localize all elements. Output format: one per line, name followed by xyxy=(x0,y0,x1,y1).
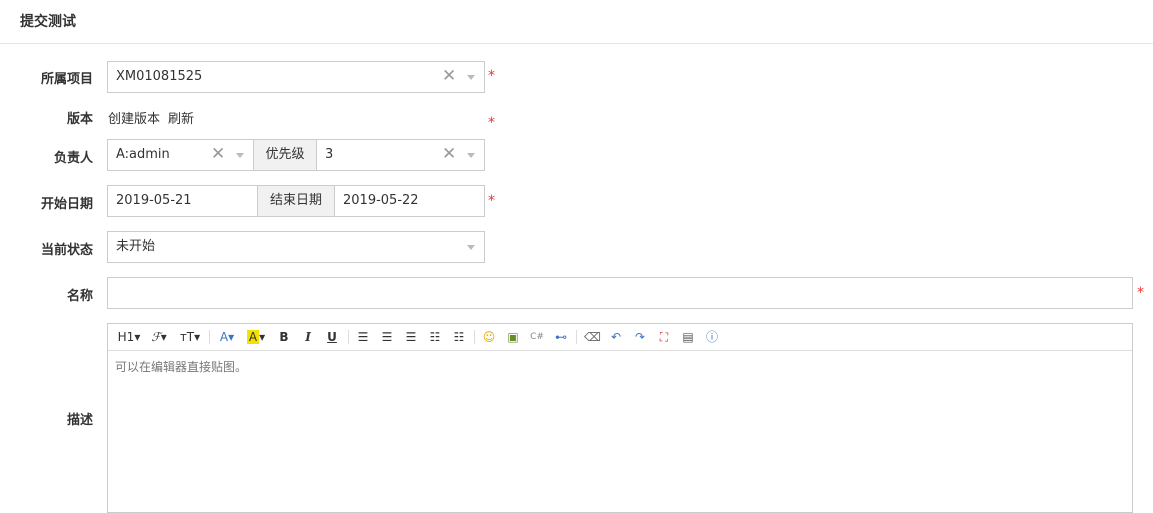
project-select[interactable]: XM01081525 xyxy=(107,61,485,93)
unordered-list-icon[interactable]: ☷ xyxy=(451,328,467,346)
undo-icon[interactable]: ↶ xyxy=(608,328,624,346)
eraser-icon[interactable]: ⌫ xyxy=(584,328,601,346)
status-select[interactable]: 未开始 xyxy=(107,231,485,263)
help-icon[interactable]: ⓘ xyxy=(704,328,720,346)
redo-icon[interactable]: ↷ xyxy=(632,328,648,346)
toolbar-separator xyxy=(348,330,349,344)
project-label: 所属项目 xyxy=(40,72,93,87)
refresh-version-link[interactable]: 刷新 xyxy=(168,108,194,127)
owner-select[interactable]: A:admin xyxy=(107,139,254,171)
project-value: XM01081525 xyxy=(116,69,203,84)
version-required-mark: * xyxy=(488,115,495,131)
font-color-button[interactable]: A▾ xyxy=(216,328,238,346)
toolbar-separator xyxy=(209,330,210,344)
link-icon[interactable]: ⊷ xyxy=(553,328,569,346)
font-family-button[interactable]: ℱ▾ xyxy=(148,328,170,346)
align-left-icon[interactable]: ☰ xyxy=(355,328,371,346)
italic-button[interactable]: I xyxy=(300,328,316,346)
bold-button[interactable]: B xyxy=(276,328,292,346)
align-center-icon[interactable]: ☰ xyxy=(379,328,395,346)
fullscreen-icon[interactable]: ⛶ xyxy=(656,328,672,346)
status-label: 当前状态 xyxy=(40,243,93,258)
project-required-mark: * xyxy=(488,68,495,84)
image-icon[interactable]: ▣ xyxy=(505,328,521,346)
name-input[interactable] xyxy=(107,277,1133,309)
status-chevron-down-icon[interactable] xyxy=(467,245,475,250)
date-required-mark: * xyxy=(488,193,495,209)
description-editor[interactable]: H1▾ ℱ▾ тT▾ A▾ A ▾ B I U ☰ ☰ ☰ ☷ ☷ ☺ ▣ C# … xyxy=(107,323,1133,513)
align-right-icon[interactable]: ☰ xyxy=(403,328,419,346)
start-date-label: 开始日期 xyxy=(40,197,93,212)
create-version-link[interactable]: 创建版本 xyxy=(108,108,160,127)
status-value: 未开始 xyxy=(116,239,156,254)
owner-chevron-down-icon[interactable] xyxy=(236,153,244,158)
end-date-addon: 结束日期 xyxy=(257,185,335,217)
priority-addon: 优先级 xyxy=(253,139,317,171)
project-clear-icon[interactable]: ✕ xyxy=(442,61,456,91)
priority-label: 优先级 xyxy=(265,147,305,162)
start-date-value: 2019-05-21 xyxy=(116,193,192,208)
project-chevron-down-icon[interactable] xyxy=(467,75,475,80)
priority-value: 3 xyxy=(325,147,334,162)
name-required-mark: * xyxy=(1137,285,1144,301)
toolbar-separator xyxy=(474,330,475,344)
heading-button[interactable]: H1▾ xyxy=(116,328,142,346)
editor-toolbar: H1▾ ℱ▾ тT▾ A▾ A ▾ B I U ☰ ☰ ☰ ☷ ☷ ☺ ▣ C# … xyxy=(108,324,1132,351)
description-label: 描述 xyxy=(66,413,93,428)
owner-clear-icon[interactable]: ✕ xyxy=(211,139,225,169)
code-icon[interactable]: C# xyxy=(529,328,545,346)
priority-select[interactable]: 3 xyxy=(316,139,485,171)
page-title: 提交测试 xyxy=(20,14,76,30)
ordered-list-icon[interactable]: ☷ xyxy=(427,328,443,346)
start-date-input[interactable]: 2019-05-21 xyxy=(107,185,258,217)
end-date-input[interactable]: 2019-05-22 xyxy=(334,185,485,217)
underline-button[interactable]: U xyxy=(324,328,340,346)
font-size-button[interactable]: тT▾ xyxy=(178,328,202,346)
page-header: 提交测试 xyxy=(0,0,1153,44)
end-date-label: 结束日期 xyxy=(269,193,322,208)
editor-placeholder: 可以在编辑器直接贴图。 xyxy=(115,360,248,374)
priority-chevron-down-icon[interactable] xyxy=(467,153,475,158)
source-icon[interactable]: ▤ xyxy=(680,328,696,346)
toolbar-separator xyxy=(576,330,577,344)
priority-clear-icon[interactable]: ✕ xyxy=(442,139,456,169)
name-label: 名称 xyxy=(66,289,93,304)
owner-value: A:admin xyxy=(116,147,170,162)
emoji-icon[interactable]: ☺ xyxy=(481,328,497,346)
bg-color-button[interactable]: A ▾ xyxy=(244,328,268,346)
end-date-value: 2019-05-22 xyxy=(343,193,419,208)
owner-label: 负责人 xyxy=(53,151,93,166)
version-label: 版本 xyxy=(66,112,93,127)
